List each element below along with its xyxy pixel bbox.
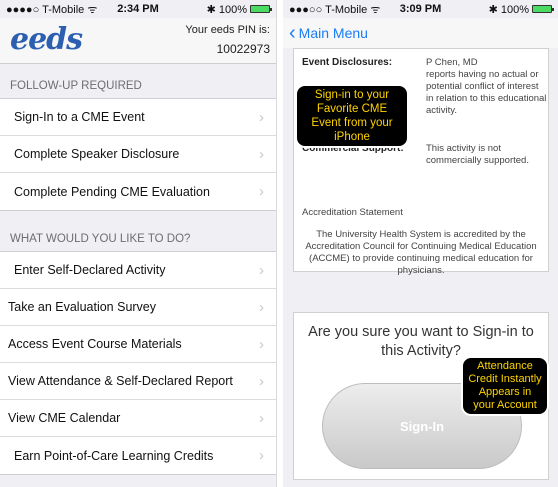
battery-fill [533,6,551,12]
menu-item-course-materials[interactable]: Access Event Course Materials › [0,326,276,363]
menu-item-label: Complete Speaker Disclosure [14,147,180,161]
back-button-label: Main Menu [298,25,368,41]
menu-item-speaker-disclosure[interactable]: Complete Speaker Disclosure › [0,136,276,173]
accreditation-text: The University Health System is accredit… [305,229,537,276]
menu-item-label: Access Event Course Materials [8,337,182,351]
chevron-right-icon: › [259,183,264,200]
status-bar: ●●●●○ T-Mobile ᯤ 2:34 PM ✱ 100% [0,0,276,18]
status-bar: ●●●○○ T-Mobile ᯤ 3:09 PM ✱ 100% [283,0,558,18]
section-header-followup: FOLLOW-UP REQUIRED [10,80,142,92]
followup-list: Sign-In to a CME Event › Complete Speake… [0,98,276,211]
menu-item-label: Take an Evaluation Survey [8,300,157,314]
back-button[interactable]: ‹ Main Menu [283,18,558,48]
chevron-right-icon: › [259,335,264,353]
battery-percent: ✱ 100% [488,3,529,16]
callout-sign-in-favorite: Sign-in to your Favorite CME Event from … [297,86,407,146]
callout-attendance-credit: Attendance Credit Instantly Appears in y… [463,358,547,414]
section-header-actions: WHAT WOULD YOU LIKE TO DO? [10,233,191,245]
chevron-right-icon: › [259,145,264,163]
battery-indicator: ✱ 100% [206,3,272,16]
menu-item-point-of-care-credits[interactable]: Earn Point-of-Care Learning Credits › [0,437,276,474]
battery-icon [250,5,272,13]
menu-item-attendance-report[interactable]: View Attendance & Self-Declared Report › [0,363,276,400]
chevron-right-icon: › [259,261,264,279]
event-info-card: Event Disclosures: P Chen, MD reports ha… [293,48,549,276]
menu-item-evaluation-survey[interactable]: Take an Evaluation Survey › [0,289,276,326]
chevron-right-icon: › [259,409,264,427]
commercial-support-text: This activity is not commercially suppor… [426,143,529,166]
menu-item-label: Enter Self-Declared Activity [14,263,166,277]
actions-list: Enter Self-Declared Activity › Take an E… [0,251,276,475]
menu-item-label: Complete Pending CME Evaluation [14,184,210,199]
disclosures-text: reports having no actual or potential co… [426,69,547,116]
right-phone-screen: ●●●○○ T-Mobile ᯤ 3:09 PM ✱ 100% ‹ Main M… [283,0,558,487]
chevron-right-icon: › [259,298,264,316]
battery-icon [532,5,554,13]
battery-percent: ✱ 100% [206,3,247,16]
sign-in-button-label: Sign-In [399,418,445,434]
menu-item-self-declared-activity[interactable]: Enter Self-Declared Activity › [0,252,276,289]
disclosures-label: Event Disclosures: [302,57,393,68]
chevron-right-icon: › [259,372,264,390]
menu-item-pending-evaluation[interactable]: Complete Pending CME Evaluation › [0,173,276,210]
menu-item-label: Earn Point-of-Care Learning Credits [14,448,214,463]
chevron-right-icon: › [259,108,264,126]
carrier-signal: ●●●●○ T-Mobile ᯤ [6,3,98,16]
pin-value: 10022973 [216,42,270,56]
chevron-right-icon: › [259,447,264,464]
battery-fill [251,6,269,12]
confirm-question: Are you sure you want to Sign-in to this… [308,324,534,359]
menu-item-label: View CME Calendar [8,411,121,425]
menu-item-sign-in-cme-event[interactable]: Sign-In to a CME Event › [0,99,276,136]
left-phone-screen: ●●●●○ T-Mobile ᯤ 2:34 PM ✱ 100% eeds You… [0,0,277,487]
disclosures-name: P Chen, MD [426,57,478,68]
battery-indicator: ✱ 100% [488,3,554,16]
accreditation-title: Accreditation Statement [302,207,403,218]
menu-item-label: View Attendance & Self-Declared Report [8,374,233,388]
menu-item-label: Sign-In to a CME Event [14,110,145,124]
menu-item-cme-calendar[interactable]: View CME Calendar › [0,400,276,437]
chevron-left-icon: ‹ [289,22,296,44]
app-header: eeds Your eeds PIN is: 10022973 [0,18,276,64]
carrier-signal: ●●●○○ T-Mobile ᯤ [289,3,381,16]
eeds-logo: eeds [10,22,83,57]
pin-label: Your eeds PIN is: [185,24,270,36]
